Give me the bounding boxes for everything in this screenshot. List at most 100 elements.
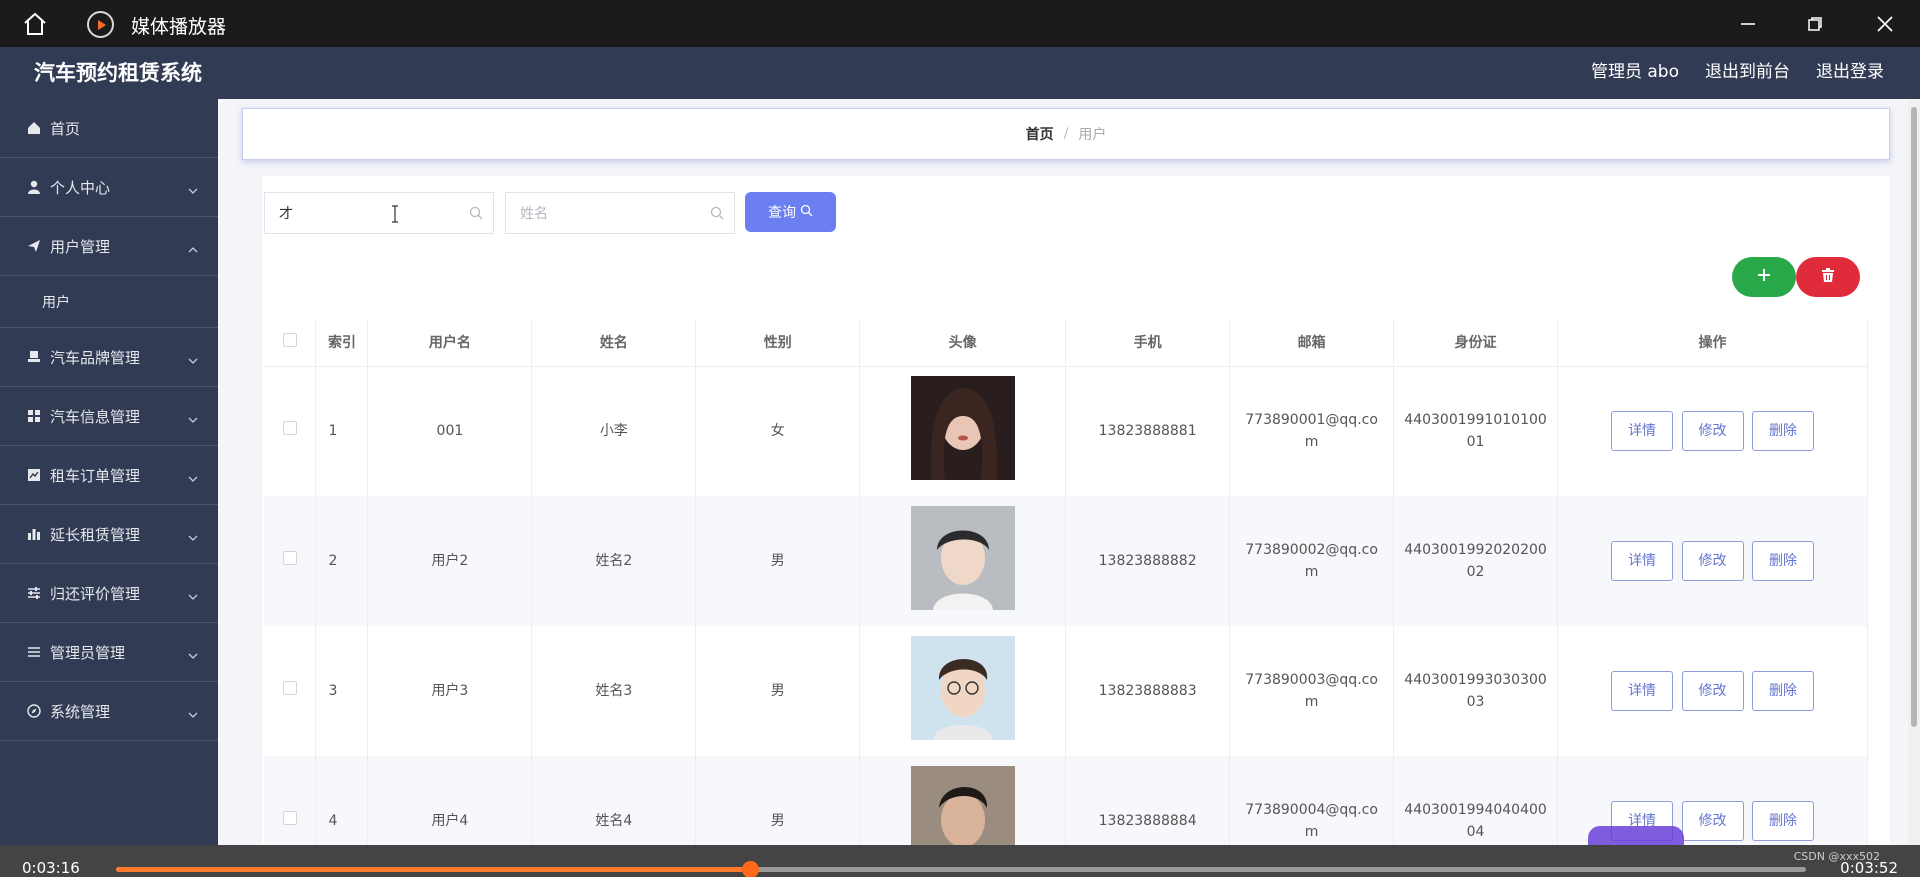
column-header: 用户名 bbox=[367, 319, 533, 367]
search-icon bbox=[710, 206, 724, 220]
username-search-input[interactable]: 才 bbox=[264, 192, 494, 234]
id-card-cell: 4403001992020200 02 bbox=[1393, 496, 1559, 626]
id-card-text: 04 bbox=[1466, 824, 1485, 840]
query-button-label: 查询 bbox=[768, 205, 796, 221]
row-checkbox[interactable] bbox=[282, 811, 297, 825]
avatar bbox=[910, 505, 1015, 610]
table-header-row: 索引 用户名 姓名 性别 头像 手机 邮箱 身份证 操作 bbox=[264, 319, 1868, 367]
exit-to-front-link[interactable]: 退出到前台 bbox=[1705, 57, 1790, 82]
delete-button[interactable]: 删除 bbox=[1751, 411, 1814, 452]
breadcrumb-separator: / bbox=[1063, 126, 1069, 142]
delete-button[interactable]: 删除 bbox=[1751, 541, 1814, 581]
phone-cell: 13823888883 bbox=[1065, 626, 1231, 756]
actions-cell: 详情 修改 删除 bbox=[1557, 626, 1868, 756]
name-search-placeholder: 姓名 bbox=[520, 206, 548, 222]
user-icon bbox=[26, 179, 42, 195]
sidebar-item-car-brand[interactable]: 汽车品牌管理 bbox=[0, 328, 218, 387]
email-text: 773890003@qq.co bbox=[1245, 672, 1378, 688]
id-card-text: 4403001993030300 bbox=[1404, 672, 1547, 688]
edit-button[interactable]: 修改 bbox=[1681, 671, 1744, 711]
add-button[interactable] bbox=[1732, 257, 1796, 297]
avatar-cell bbox=[859, 496, 1067, 626]
logout-link[interactable]: 退出登录 bbox=[1816, 57, 1884, 82]
edit-button[interactable]: 修改 bbox=[1681, 411, 1744, 452]
query-button[interactable]: 查询 bbox=[745, 192, 836, 232]
avatar bbox=[910, 375, 1015, 480]
id-card-text: 4403001992020200 bbox=[1404, 542, 1547, 558]
sidebar-item-admin-management[interactable]: 管理员管理 bbox=[0, 623, 218, 682]
actions-cell: 详情 修改 删除 bbox=[1557, 496, 1868, 626]
gender-cell: 女 bbox=[695, 366, 861, 496]
username-cell: 用户2 bbox=[367, 496, 533, 626]
total-time: 0:03:52 bbox=[1840, 859, 1898, 877]
sidebar-item-personal-center[interactable]: 个人中心 bbox=[0, 158, 218, 217]
breadcrumb-home[interactable]: 首页 bbox=[1026, 124, 1054, 144]
name-cell: 姓名3 bbox=[531, 626, 697, 756]
table-row: 1 001 小李 女 13823888881 773890001@qq.co m … bbox=[264, 366, 1868, 496]
sidebar-item-car-info[interactable]: 汽车信息管理 bbox=[0, 387, 218, 446]
text-cursor-icon bbox=[391, 205, 398, 223]
edit-button[interactable]: 修改 bbox=[1681, 541, 1744, 581]
select-all-checkbox[interactable] bbox=[282, 333, 297, 348]
chevron-down-icon bbox=[188, 647, 198, 659]
table-row: 2 用户2 姓名2 男 13823888882 773890002@qq.co m… bbox=[264, 496, 1868, 626]
breadcrumb-current: 用户 bbox=[1078, 127, 1107, 143]
chart-icon bbox=[26, 467, 42, 483]
row-checkbox-cell bbox=[264, 496, 317, 626]
seek-bar[interactable] bbox=[116, 861, 1806, 877]
home-icon[interactable] bbox=[22, 11, 48, 37]
row-checkbox[interactable] bbox=[282, 681, 297, 695]
page-scrollbar[interactable] bbox=[1908, 99, 1920, 845]
row-checkbox-cell bbox=[264, 626, 317, 756]
sidebar-item-home[interactable]: 首页 bbox=[0, 99, 218, 158]
edit-button[interactable]: 修改 bbox=[1681, 801, 1744, 841]
sidebar-item-extend-rental[interactable]: 延长租赁管理 bbox=[0, 505, 218, 564]
id-card-cell: 4403001993030300 03 bbox=[1393, 626, 1559, 756]
seek-bar-handle[interactable] bbox=[741, 861, 759, 877]
id-card-text: 03 bbox=[1466, 694, 1485, 710]
sidebar-item-label: 归还评价管理 bbox=[50, 584, 141, 603]
sidebar-item-rental-orders[interactable]: 租车订单管理 bbox=[0, 446, 218, 505]
sidebar: 首页 个人中心 用户管理 用户 汽车品牌管理 汽车信息管理 租车订单管理 延长租… bbox=[0, 99, 218, 845]
email-text: 773890004@qq.co bbox=[1245, 802, 1378, 818]
detail-button[interactable]: 详情 bbox=[1611, 411, 1674, 452]
close-icon[interactable] bbox=[1873, 12, 1897, 36]
app-header: 汽车预约租赁系统 管理员 abo 退出到前台 退出登录 bbox=[0, 47, 1920, 99]
grid-icon bbox=[26, 408, 42, 424]
phone-cell: 13823888881 bbox=[1065, 366, 1231, 496]
sidebar-item-system[interactable]: 系统管理 bbox=[0, 682, 218, 741]
username-cell: 001 bbox=[367, 366, 533, 496]
chevron-down-icon bbox=[188, 411, 198, 423]
row-checkbox[interactable] bbox=[282, 421, 297, 436]
email-cell: 773890002@qq.co m bbox=[1229, 496, 1395, 626]
sidebar-item-label: 管理员管理 bbox=[50, 643, 126, 662]
id-card-cell: 4403001991010100 01 bbox=[1393, 366, 1559, 496]
id-card-text: 01 bbox=[1466, 434, 1485, 451]
detail-button[interactable]: 详情 bbox=[1611, 541, 1674, 581]
email-text: m bbox=[1304, 564, 1319, 580]
batch-delete-button[interactable] bbox=[1796, 257, 1860, 297]
sidebar-subitem-users[interactable]: 用户 bbox=[0, 276, 218, 328]
scrollbar-thumb[interactable] bbox=[1911, 107, 1917, 727]
restore-icon[interactable] bbox=[1803, 12, 1827, 36]
gender-cell: 男 bbox=[695, 496, 861, 626]
media-player-controls: 0:03:16 CSDN @xxx502 0:03:52 bbox=[0, 845, 1920, 877]
bar-chart-icon bbox=[26, 526, 42, 542]
sidebar-item-return-review[interactable]: 归还评价管理 bbox=[0, 564, 218, 623]
trash-icon bbox=[1820, 267, 1836, 287]
chevron-down-icon bbox=[188, 706, 198, 718]
column-header: 邮箱 bbox=[1229, 319, 1395, 367]
sidebar-item-label: 汽车品牌管理 bbox=[50, 348, 141, 367]
detail-button[interactable]: 详情 bbox=[1611, 671, 1674, 711]
sidebar-item-label: 租车订单管理 bbox=[50, 466, 141, 485]
plus-icon bbox=[1756, 267, 1772, 287]
name-search-input[interactable]: 姓名 bbox=[505, 192, 735, 234]
chevron-up-icon bbox=[188, 241, 198, 253]
media-player-titlebar: 媒体播放器 bbox=[0, 0, 1920, 47]
row-checkbox[interactable] bbox=[282, 551, 297, 565]
sidebar-item-user-management[interactable]: 用户管理 bbox=[0, 217, 218, 276]
delete-button[interactable]: 删除 bbox=[1751, 801, 1814, 841]
delete-button[interactable]: 删除 bbox=[1751, 671, 1814, 711]
minimize-icon[interactable] bbox=[1736, 12, 1760, 36]
column-header: 姓名 bbox=[531, 319, 697, 367]
